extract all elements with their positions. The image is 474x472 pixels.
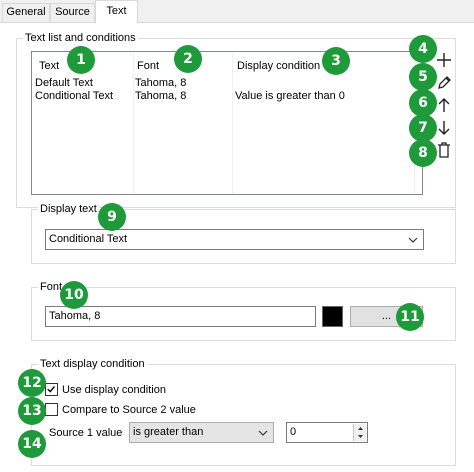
callout-badge: 3 [322,47,350,75]
row-font-cell: Tahoma, 8 [135,90,187,102]
text-list-group-label: Text list and conditions [23,31,138,45]
column-header-text[interactable]: Text [39,59,59,73]
callout-badge: 12 [18,369,46,397]
compare-to-source2-label[interactable]: Compare to Source 2 value [62,403,196,417]
text-list-view[interactable]: Text Font Display condition Default Text… [31,51,423,195]
callout-badge: 4 [409,35,437,63]
callout-badge: 13 [18,397,46,425]
row-text-cell: Conditional Text [35,90,114,102]
source1-value-label: Source 1 value [49,427,123,439]
chevron-down-icon [407,234,419,246]
spin-arrows-icon [358,427,363,438]
column-separator [133,52,134,194]
chevron-down-icon [257,427,269,439]
tab-general[interactable]: General [2,3,50,22]
font-field-value: Tahoma, 8 [49,310,101,322]
tab-text[interactable]: Text [95,0,138,23]
condition-value-input[interactable]: 0 [290,426,296,438]
display-text-select[interactable]: Conditional Text [45,229,424,250]
condition-operator-select[interactable]: is greater than [129,422,274,443]
callout-badge: 5 [409,63,437,91]
callout-badge: 11 [396,303,424,331]
callout-badge: 9 [98,203,126,231]
tab-source[interactable]: Source [50,3,95,22]
checkmark-icon [47,386,55,393]
font-field[interactable]: Tahoma, 8 [45,306,316,327]
display-text-group-label: Display text [38,202,99,216]
use-display-condition-label[interactable]: Use display condition [62,383,166,397]
callout-badge: 1 [67,46,95,74]
display-text-select-value: Conditional Text [49,233,128,245]
delete-icon[interactable] [435,141,453,159]
callout-badge: 10 [60,281,88,309]
use-display-condition-checkbox[interactable] [45,383,58,396]
callout-badge: 8 [409,139,437,167]
edit-icon[interactable] [435,74,453,92]
callout-badge: 6 [409,89,437,117]
condition-operator-value: is greater than [133,426,204,438]
spin-buttons[interactable] [353,424,366,441]
condition-value-stepper[interactable]: 0 [286,422,368,443]
callout-badge: 14 [18,430,46,458]
compare-to-source2-checkbox[interactable] [45,403,58,416]
row-font-cell: Tahoma, 8 [135,77,187,89]
column-header-font[interactable]: Font [137,59,159,73]
column-header-display-condition[interactable]: Display condition [237,59,320,73]
callout-badge: 7 [409,114,437,142]
row-text-cell: Default Text [35,77,93,89]
move-up-icon[interactable] [435,96,453,114]
font-color-swatch[interactable] [322,306,343,327]
column-separator [232,52,233,194]
row-condition-cell: Value is greater than 0 [235,90,345,102]
add-icon[interactable] [435,51,453,69]
callout-badge: 2 [174,45,202,73]
tab-bar: General Source Text [0,0,474,23]
condition-group-label: Text display condition [38,357,147,371]
move-down-icon[interactable] [435,119,453,137]
